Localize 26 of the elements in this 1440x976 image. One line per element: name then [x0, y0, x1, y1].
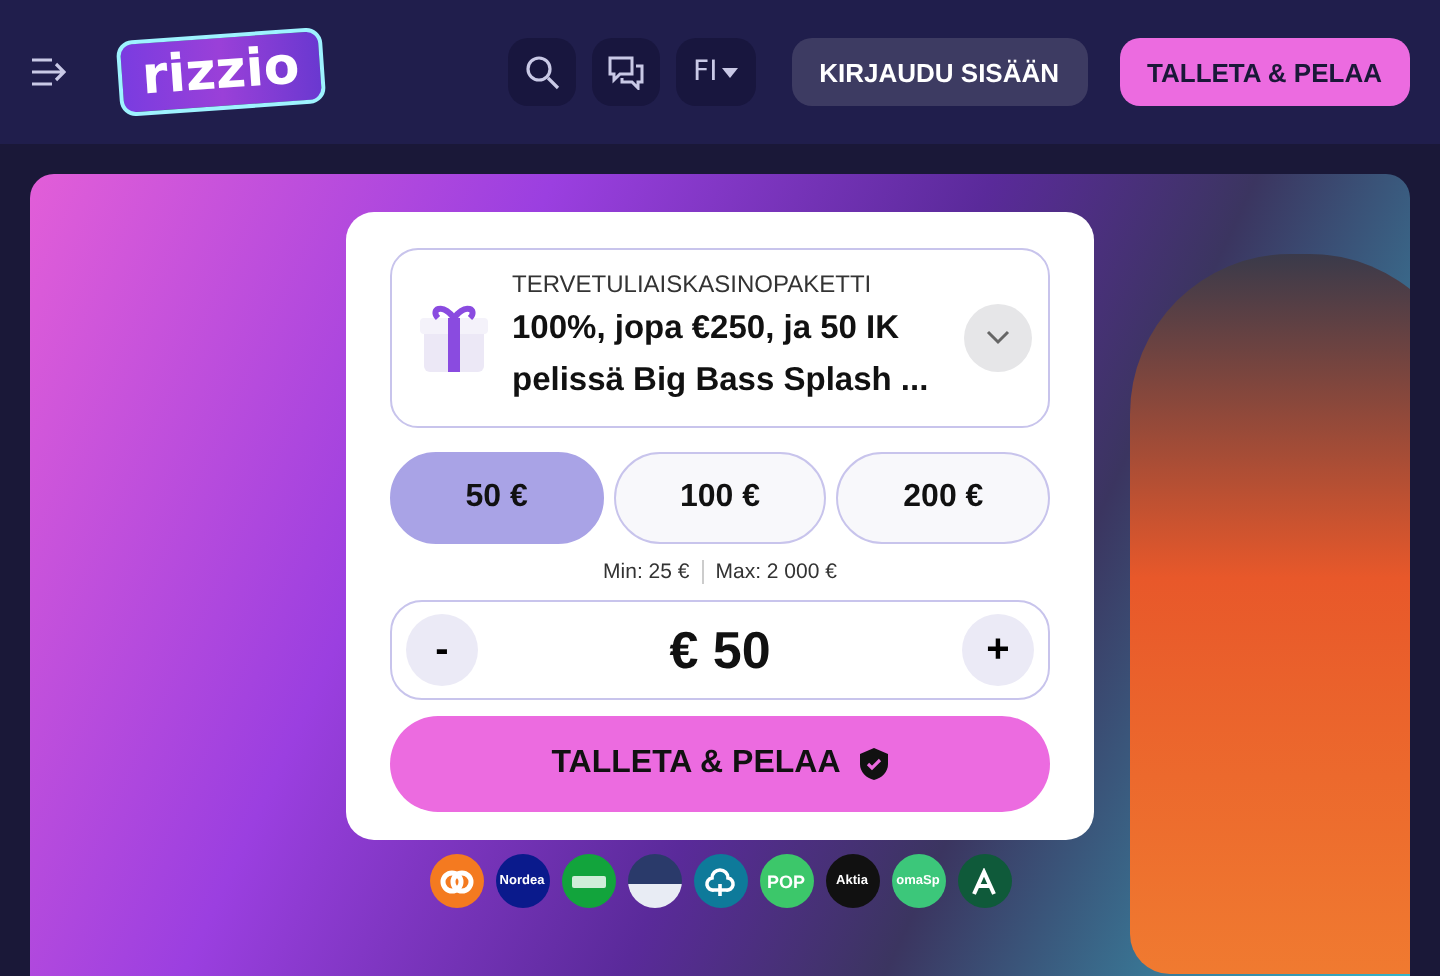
chat-bubbles-icon	[605, 54, 646, 90]
login-button[interactable]: KIRJAUDU SISÄÄN	[791, 38, 1088, 106]
amount-option[interactable]: 50 €	[390, 452, 604, 544]
offer-description: 100%, jopa €250, ja 50 IK pelissä Big Bass Splash ...	[512, 308, 931, 402]
amount-option[interactable]: 100 €	[613, 452, 827, 544]
increase-button[interactable]: +	[962, 614, 1034, 686]
brand-logo[interactable]: rizzio	[115, 26, 326, 118]
expand-button[interactable]	[964, 304, 1032, 372]
deposit-button[interactable]: TALLETA & PELAA	[1119, 38, 1410, 106]
offer-title: TERVETULIAISKASINOPAKETTI	[512, 270, 874, 298]
bank-logo: POP	[759, 854, 813, 908]
decrease-button[interactable]: -	[406, 614, 478, 686]
amount-value: € 50	[667, 619, 773, 681]
shield-check-icon	[860, 748, 889, 780]
amount-field[interactable]: - € 50 +	[390, 600, 1050, 700]
max-limit: Max: 2 000 €	[715, 560, 837, 584]
amount-option[interactable]: 200 €	[836, 452, 1051, 544]
menu-icon[interactable]	[30, 58, 66, 86]
chevron-icon	[986, 330, 1010, 346]
min-limit: Min: 25 €	[603, 560, 690, 584]
language-button[interactable]: FI	[675, 38, 756, 106]
deposit-play-button[interactable]: TALLETA & PELAA	[390, 716, 1050, 812]
search-button[interactable]	[507, 38, 576, 106]
caret-icon	[721, 67, 738, 77]
search-icon	[523, 54, 560, 90]
chat-button[interactable]	[591, 38, 660, 106]
